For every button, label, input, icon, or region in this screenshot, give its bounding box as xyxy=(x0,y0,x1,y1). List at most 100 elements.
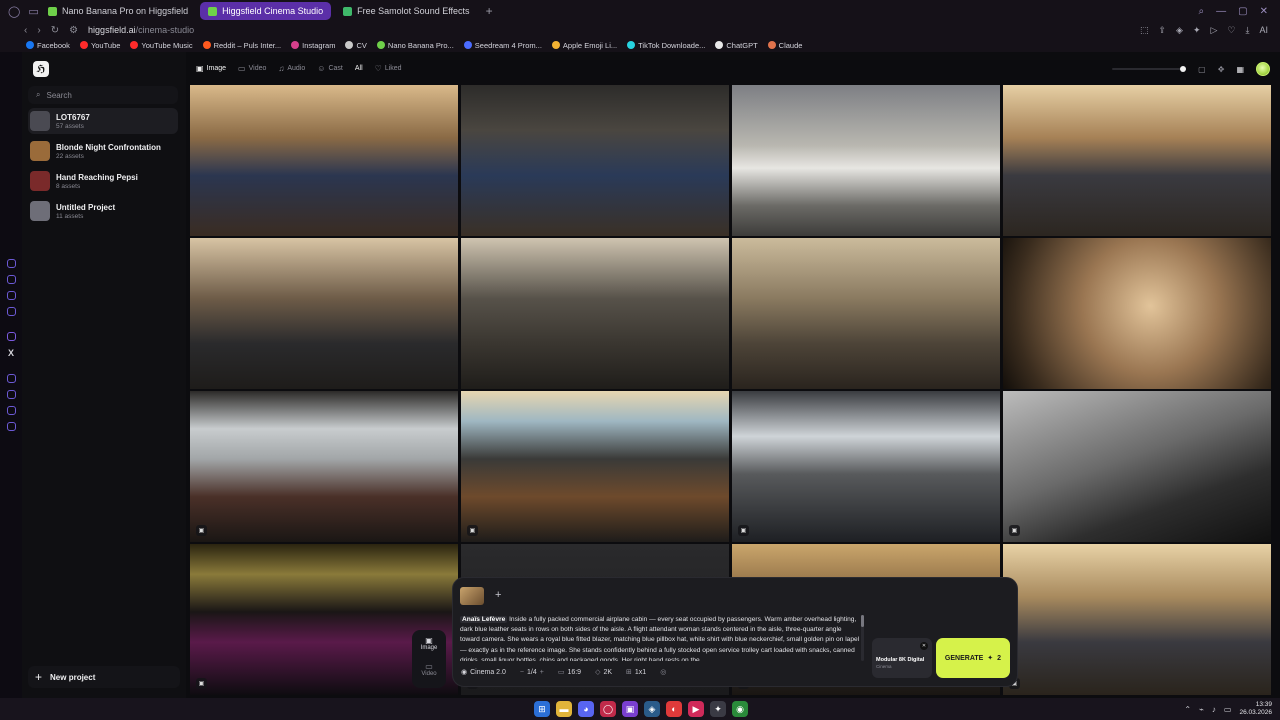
close-icon[interactable]: ✕ xyxy=(920,642,928,650)
project-search-input[interactable]: ⌕ Search xyxy=(28,86,178,104)
opera-icon[interactable]: ◯ xyxy=(600,701,616,717)
file-explorer-icon[interactable]: ▬ xyxy=(556,701,572,717)
gallery-image-pilot-cockpit[interactable]: ▣ xyxy=(732,391,1000,542)
windows-start-icon[interactable]: ⊞ xyxy=(534,701,550,717)
network-icon[interactable]: ⌁ xyxy=(1199,705,1204,714)
ai-extension-button[interactable]: AI xyxy=(1259,25,1268,35)
prompt-scrollbar[interactable] xyxy=(861,615,864,661)
notes-icon[interactable] xyxy=(7,307,16,316)
browser-menu-icon[interactable]: ◯ xyxy=(8,5,20,18)
bookmark-item[interactable]: ChatGPT xyxy=(715,41,758,50)
mode-image-button[interactable]: ▣ Image xyxy=(412,636,446,651)
x-icon[interactable]: X xyxy=(8,348,14,358)
zoom-slider[interactable] xyxy=(1112,66,1187,72)
app-icon[interactable]: ✦ xyxy=(710,701,726,717)
model-selector[interactable]: ◉ Cinema 2.0 xyxy=(461,668,506,677)
project-item[interactable]: Untitled Project 11 assets xyxy=(28,198,178,224)
chat-icon[interactable] xyxy=(7,406,16,415)
generate-button[interactable]: GENERATE ✦ 2 xyxy=(936,638,1010,678)
tab-cinema-studio[interactable]: Higgsfield Cinema Studio xyxy=(200,2,332,20)
gallery-image-empty-aisle-boy[interactable] xyxy=(190,238,458,389)
bookmark-item[interactable]: Seedream 4 Prom... xyxy=(463,41,542,50)
filter-video[interactable]: ▭ Video xyxy=(238,64,266,73)
media-player-icon[interactable]: ▶ xyxy=(688,701,704,717)
more-options-icon[interactable]: ◎ xyxy=(660,668,666,676)
heart-icon[interactable]: ♡ xyxy=(1227,25,1235,36)
chrome-icon[interactable]: ◐ xyxy=(666,701,682,717)
history-icon[interactable] xyxy=(7,259,16,268)
bookmark-item[interactable]: Instagram xyxy=(291,41,335,50)
gallery-image-plane-takeoff[interactable] xyxy=(732,85,1000,236)
shield-icon[interactable]: ◈ xyxy=(1176,25,1183,36)
tab-samolot-sound[interactable]: Free Samolot Sound Effects xyxy=(335,2,477,20)
ratio-selector[interactable]: ⊞ 1x1 xyxy=(626,668,646,677)
back-icon[interactable]: ‹ xyxy=(24,25,27,36)
plus-icon[interactable]: + xyxy=(540,669,544,676)
mode-video-button[interactable]: ▭ Video xyxy=(412,662,446,677)
filter-cast[interactable]: ☺ Cast xyxy=(317,64,343,73)
wallet-icon[interactable] xyxy=(7,291,16,300)
bookmark-item[interactable]: Apple Emoji Li... xyxy=(551,41,617,50)
bookmark-item[interactable]: Facebook xyxy=(26,41,70,50)
filter-liked[interactable]: ♡ Liked xyxy=(375,64,402,73)
downloads-icon[interactable]: ⤓ xyxy=(1246,25,1250,36)
gallery-image-boy-mother-gameboy[interactable] xyxy=(461,238,729,389)
system-clock[interactable]: 13:39 26.03.2026 xyxy=(1239,701,1272,717)
play-icon[interactable]: ▷ xyxy=(1211,25,1218,36)
filter-audio[interactable]: ♫ Audio xyxy=(278,64,305,73)
style-card[interactable]: ✕ Modular 8K Digital Cinema xyxy=(872,638,932,678)
gallery-image-passengers-boy-tablet[interactable] xyxy=(1003,85,1271,236)
gallery-image-attendant-cabin-3[interactable]: ▣ xyxy=(1003,544,1271,695)
share-icon[interactable]: ⇪ xyxy=(1158,25,1166,36)
gallery-image-cockpit-window-rain[interactable]: ▣ xyxy=(190,391,458,542)
character-mention-chip[interactable]: Anaïs Lefèvre xyxy=(460,616,508,623)
url-field[interactable]: higgsfield.ai/cinema-studio xyxy=(88,25,194,35)
spotify-icon[interactable]: ◉ xyxy=(732,701,748,717)
settings-icon[interactable] xyxy=(7,422,16,431)
filter-image[interactable]: ▣ Image xyxy=(196,64,226,73)
gallery-image-cabin-attendant-trolley[interactable] xyxy=(190,85,458,236)
sidebar-toggle-icon[interactable]: ▭ xyxy=(28,5,38,18)
site-info-icon[interactable]: ⚙ xyxy=(69,25,78,36)
user-avatar[interactable] xyxy=(1256,62,1270,76)
search-icon[interactable]: ⌕ xyxy=(1199,6,1205,17)
messenger-icon[interactable] xyxy=(7,374,16,383)
gallery-image-boy-mother-beige-seats[interactable] xyxy=(732,238,1000,389)
project-item[interactable]: Blonde Night Confrontation 22 assets xyxy=(28,138,178,164)
project-item[interactable]: Hand Reaching Pepsi 8 assets xyxy=(28,168,178,194)
single-view-icon[interactable]: ▢ xyxy=(1198,65,1206,74)
bookmark-item[interactable]: TikTok Downloade... xyxy=(627,41,705,50)
gallery-image-fuselage-closeup[interactable]: ▣ xyxy=(1003,391,1271,542)
forward-icon[interactable]: › xyxy=(37,25,40,36)
minus-icon[interactable]: − xyxy=(520,669,524,676)
tray-overflow-icon[interactable]: ⌃ xyxy=(1184,705,1191,714)
bookmark-item[interactable]: YouTube Music xyxy=(130,41,193,50)
grid-view-icon[interactable]: ▦ xyxy=(1236,65,1244,74)
clock-icon[interactable] xyxy=(7,390,16,399)
gallery-image-cockpit-daylight[interactable]: ▣ xyxy=(461,391,729,542)
count-stepper[interactable]: −1/4 + xyxy=(520,669,544,676)
zoom-slider-knob[interactable] xyxy=(1180,66,1187,72)
twitch-icon[interactable] xyxy=(7,332,16,341)
bookmark-item[interactable]: Claude xyxy=(767,41,802,50)
gallery-image-boy-mother-fisheye[interactable] xyxy=(1003,238,1271,389)
prompt-scrollbar-thumb[interactable] xyxy=(861,615,864,627)
bookmark-panel-icon[interactable] xyxy=(7,275,16,284)
volume-icon[interactable]: ♪ xyxy=(1212,705,1216,714)
new-project-button[interactable]: + New project xyxy=(28,666,180,688)
reload-icon[interactable]: ↻ xyxy=(51,25,59,36)
browser-app-icon[interactable]: ▣ xyxy=(622,701,638,717)
resolution-selector[interactable]: ◇ 2K xyxy=(595,668,612,677)
aspect-selector[interactable]: ▭ 16:9 xyxy=(558,668,581,677)
battery-icon[interactable]: ▭ xyxy=(1224,705,1232,714)
install-icon[interactable]: ⬚ xyxy=(1140,25,1149,36)
filter-all[interactable]: All xyxy=(355,65,363,72)
new-tab-button[interactable]: + xyxy=(482,4,497,18)
project-item[interactable]: LOT6767 57 assets xyxy=(28,108,178,134)
minimize-icon[interactable]: — xyxy=(1216,6,1226,17)
maximize-icon[interactable]: ▢ xyxy=(1238,6,1247,17)
discord-icon[interactable]: ◕ xyxy=(578,701,594,717)
bookmark-item[interactable]: Reddit – Puls Inter... xyxy=(202,41,281,50)
extensions-icon[interactable]: ✦ xyxy=(1193,25,1201,36)
close-icon[interactable]: ✕ xyxy=(1260,6,1268,17)
